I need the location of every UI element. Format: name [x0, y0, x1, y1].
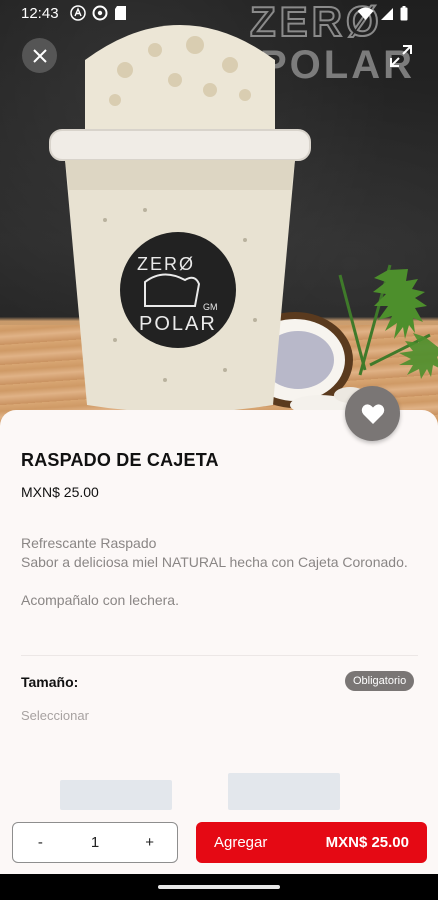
- loading-placeholder: [228, 773, 340, 810]
- product-image[interactable]: ZERØ POLAR ZERØ GM POLAR: [0, 0, 438, 440]
- close-button[interactable]: [22, 38, 57, 73]
- svg-text:GM: GM: [203, 302, 218, 312]
- size-option-label: Tamaño:: [21, 674, 79, 690]
- expand-icon: [390, 45, 412, 67]
- add-button-label: Agregar: [214, 834, 268, 851]
- heart-icon: [361, 403, 384, 424]
- increment-button[interactable]: +: [135, 834, 165, 851]
- battery-icon: [400, 6, 408, 21]
- status-system-icons: [357, 6, 408, 21]
- decrement-button[interactable]: -: [25, 834, 55, 851]
- status-time: 12:43: [21, 5, 59, 22]
- svg-text:ZERØ: ZERØ: [137, 254, 195, 274]
- status-notification-icons: [70, 5, 127, 21]
- description-line: Acompañalo con lechera.: [21, 592, 179, 608]
- loading-placeholder: [60, 780, 172, 810]
- product-description: Refrescante Raspado Sabor a deliciosa mi…: [21, 534, 421, 610]
- required-badge: Obligatorio: [345, 671, 415, 691]
- sd-card-icon: [115, 6, 126, 20]
- status-bar: 12:43: [0, 0, 438, 28]
- divider: [21, 655, 418, 656]
- description-line: Sabor a deliciosa miel NATURAL hecha con…: [21, 554, 408, 570]
- svg-text:POLAR: POLAR: [139, 313, 217, 335]
- add-button-amount: MXN$ 25.00: [325, 834, 409, 851]
- home-indicator[interactable]: [158, 885, 280, 889]
- wifi-icon: [357, 7, 374, 20]
- signal-icon: [381, 7, 393, 20]
- favorite-button[interactable]: [345, 386, 400, 441]
- expand-image-button[interactable]: [387, 42, 415, 70]
- raspado-cup: ZERØ GM POLAR: [49, 25, 311, 413]
- quantity-value: 1: [90, 834, 100, 851]
- product-title: RASPADO DE CAJETA: [21, 450, 219, 470]
- product-price: MXN$ 25.00: [21, 484, 99, 500]
- description-line: Refrescante Raspado: [21, 535, 157, 551]
- navigation-a-icon: [70, 5, 86, 21]
- description-line: [21, 572, 421, 591]
- settings-gear-icon: [92, 5, 108, 21]
- quantity-stepper[interactable]: - 1 +: [12, 822, 178, 863]
- add-to-cart-button[interactable]: Agregar MXN$ 25.00: [196, 822, 427, 863]
- close-icon: [32, 48, 47, 63]
- size-select-placeholder[interactable]: Seleccionar: [21, 708, 89, 723]
